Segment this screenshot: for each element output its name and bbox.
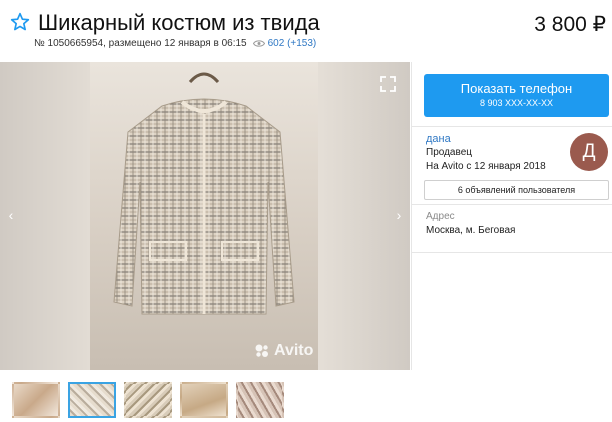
thumbnail[interactable]: [124, 382, 172, 418]
thumbnail-strip: [12, 382, 284, 418]
phone-number: 8 903 XXX-XX-XX: [479, 98, 554, 108]
main-photo[interactable]: [90, 62, 318, 370]
seller-name-link[interactable]: дана: [426, 133, 451, 145]
address-label: Адрес: [426, 211, 455, 222]
listing-title: Шикарный костюм из твида: [38, 10, 320, 35]
listing-price: 3 800 ₽: [534, 13, 606, 36]
avito-logo-icon: [255, 344, 268, 357]
seller-listings-button[interactable]: 6 объявлений пользователя: [424, 180, 609, 200]
jacket-illustration: [113, 72, 295, 315]
divider: [412, 252, 612, 253]
title-row: Шикарный костюм из твида 3 800 ₽: [8, 6, 608, 40]
avatar[interactable]: Д: [570, 133, 608, 171]
views-count[interactable]: 602 (+153): [268, 38, 317, 49]
seller-since: На Avito с 12 января 2018: [426, 161, 546, 172]
listing-meta: № 1050665954, размещено 12 января в 06:1…: [34, 38, 316, 49]
seller-sidebar: Показать телефон 8 903 XXX-XX-XX дана Пр…: [411, 62, 612, 370]
thumbnail-active[interactable]: [68, 382, 116, 418]
star-icon[interactable]: [10, 12, 30, 32]
eye-icon: [252, 40, 265, 47]
show-phone-button[interactable]: Показать телефон 8 903 XXX-XX-XX: [424, 74, 609, 117]
chevron-left-icon[interactable]: ‹: [4, 205, 18, 225]
address-block: Адрес Москва, м. Беговая: [412, 204, 612, 244]
show-phone-label: Показать телефон: [460, 81, 573, 96]
photo-gallery[interactable]: ‹ › Avito: [0, 62, 410, 370]
watermark-text: Avito: [274, 342, 314, 359]
avito-watermark: Avito: [254, 342, 313, 360]
thumbnail[interactable]: [236, 382, 284, 418]
seller-role: Продавец: [426, 147, 472, 158]
thumbnail[interactable]: [180, 382, 228, 418]
thumbnail[interactable]: [12, 382, 60, 418]
fullscreen-icon[interactable]: [380, 76, 396, 92]
chevron-right-icon[interactable]: ›: [392, 205, 406, 225]
address-value: Москва, м. Беговая: [426, 225, 516, 236]
listing-number: № 1050665954, размещено 12 января в 06:1…: [34, 38, 247, 49]
